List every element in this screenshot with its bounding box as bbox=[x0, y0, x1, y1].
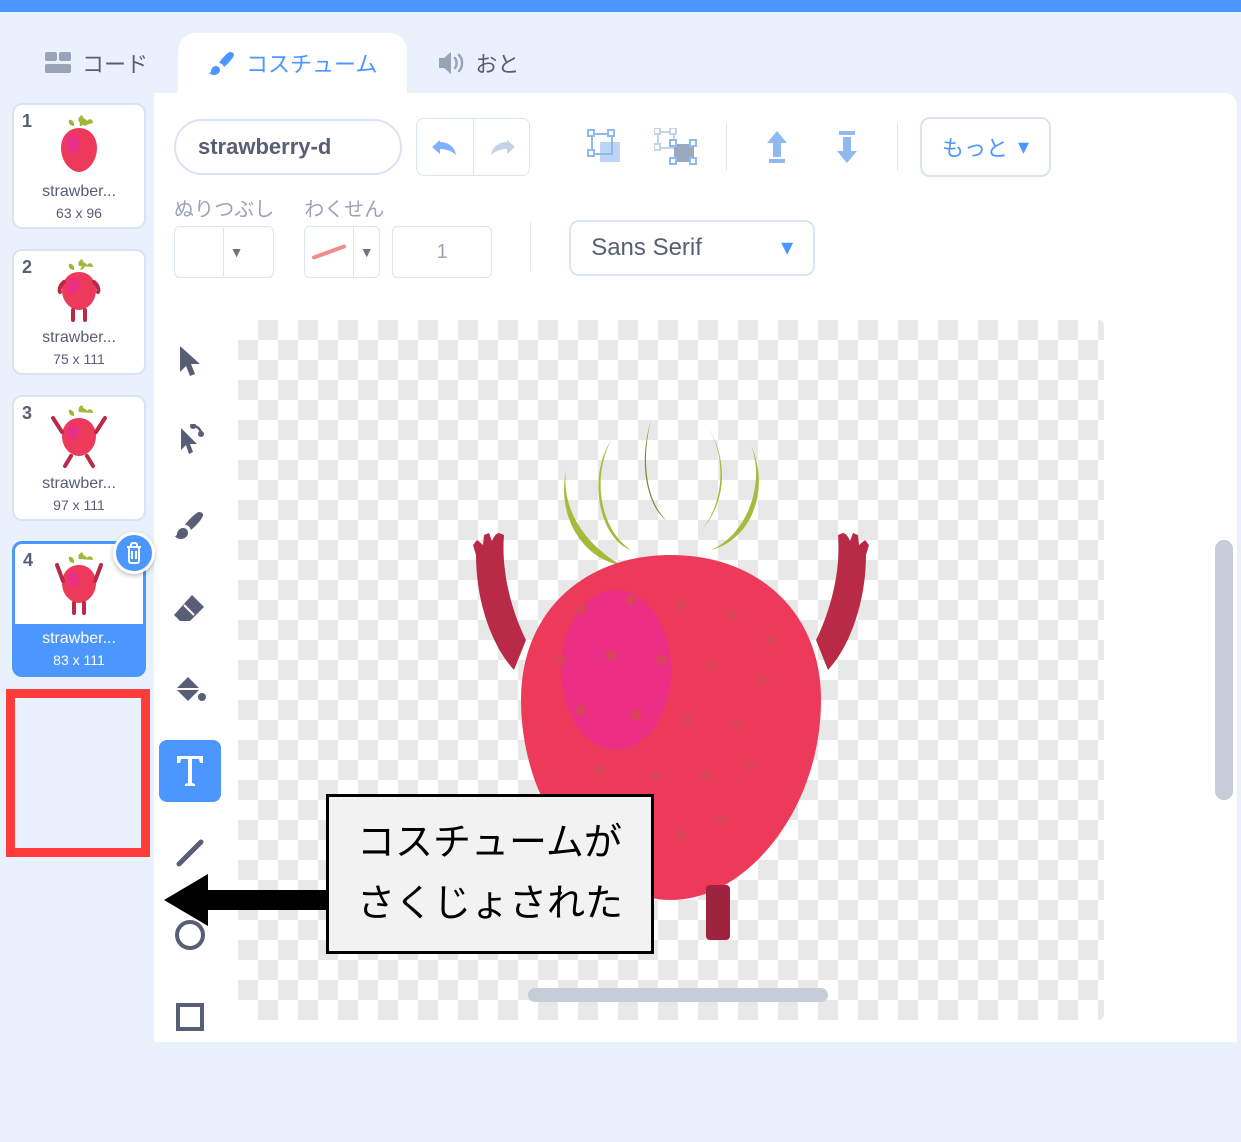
workspace bbox=[154, 310, 1237, 1068]
costume-name: strawber... bbox=[20, 475, 138, 493]
font-select[interactable]: Sans Serif ▾ bbox=[569, 220, 815, 276]
annotation-line-1: コスチュームが bbox=[357, 813, 623, 874]
outline-label: わくせん bbox=[304, 193, 492, 222]
annotation-line-2: さくじょされた bbox=[357, 874, 623, 935]
brush-icon bbox=[208, 49, 236, 77]
undo-redo-group bbox=[416, 118, 530, 176]
font-value: Sans Serif bbox=[591, 234, 702, 262]
undo-button[interactable] bbox=[417, 119, 473, 175]
costume-item-1[interactable]: 1 strawber... 63 x 96 bbox=[12, 103, 146, 229]
costume-name: strawber... bbox=[20, 183, 138, 201]
costume-number: 3 bbox=[22, 403, 32, 424]
divider bbox=[530, 222, 531, 270]
costume-item-2[interactable]: 2 strawber... 75 x 111 bbox=[12, 249, 146, 375]
backward-button[interactable] bbox=[819, 119, 875, 175]
annotation-arrow-icon bbox=[160, 870, 336, 930]
annotation-callout: コスチュームが さくじょされた bbox=[326, 794, 654, 954]
fill-label: ぬりつぶし bbox=[174, 193, 274, 222]
costume-thumbnail bbox=[20, 111, 138, 179]
divider bbox=[897, 123, 898, 171]
costume-size: 97 x 111 bbox=[20, 497, 138, 513]
fill-tool[interactable] bbox=[159, 658, 221, 720]
costume-name: strawber... bbox=[20, 329, 138, 347]
tool-column bbox=[154, 310, 226, 1068]
tab-costumes[interactable]: コスチューム bbox=[178, 33, 407, 93]
costume-number: 1 bbox=[22, 111, 32, 132]
tab-sounds[interactable]: おと bbox=[407, 33, 549, 93]
select-tool[interactable] bbox=[159, 330, 221, 392]
costume-name-input[interactable] bbox=[174, 119, 402, 175]
sound-icon bbox=[437, 49, 465, 77]
top-bar bbox=[0, 0, 1241, 12]
forward-button[interactable] bbox=[749, 119, 805, 175]
outline-color-picker[interactable]: ▼ bbox=[304, 226, 380, 278]
text-tool[interactable] bbox=[159, 740, 221, 802]
fill-swatch bbox=[175, 228, 223, 276]
annotation-deleted-slot bbox=[6, 689, 150, 857]
tab-code-label: コード bbox=[82, 47, 148, 79]
ungroup-button[interactable] bbox=[648, 119, 704, 175]
code-icon bbox=[44, 49, 72, 77]
costume-size: 75 x 111 bbox=[20, 351, 138, 367]
canvas-wrap bbox=[226, 310, 1237, 1068]
chevron-down-icon: ▾ bbox=[781, 233, 793, 262]
group-button[interactable] bbox=[578, 119, 634, 175]
more-button[interactable]: もっと ▾ bbox=[920, 117, 1051, 177]
costume-item-3[interactable]: 3 strawber... 97 x 111 bbox=[12, 395, 146, 521]
costume-name: strawber... bbox=[21, 630, 137, 648]
main-toolbar: もっと ▾ bbox=[154, 93, 1237, 185]
more-label: もっと bbox=[942, 131, 1008, 163]
divider bbox=[726, 123, 727, 171]
sub-toolbar: ぬりつぶし ▼ わくせん ▼ Sans Serif bbox=[154, 185, 1237, 286]
delete-costume-button[interactable] bbox=[113, 532, 155, 574]
rectangle-tool[interactable] bbox=[159, 986, 221, 1048]
chevron-down-icon: ▾ bbox=[1018, 134, 1029, 160]
eraser-tool[interactable] bbox=[159, 576, 221, 638]
vertical-scrollbar[interactable] bbox=[1215, 540, 1233, 800]
redo-button[interactable] bbox=[473, 119, 529, 175]
costume-size: 63 x 96 bbox=[20, 205, 138, 221]
costume-thumbnail bbox=[20, 403, 138, 471]
tab-costumes-label: コスチューム bbox=[246, 47, 377, 79]
fill-color-picker[interactable]: ▼ bbox=[174, 226, 274, 278]
chevron-down-icon: ▼ bbox=[353, 228, 379, 276]
brush-tool[interactable] bbox=[159, 494, 221, 556]
outline-swatch bbox=[305, 228, 353, 276]
stroke-width-input[interactable] bbox=[392, 226, 492, 278]
tab-sounds-label: おと bbox=[475, 47, 519, 79]
chevron-down-icon: ▼ bbox=[223, 228, 249, 276]
reshape-tool[interactable] bbox=[159, 412, 221, 474]
horizontal-scrollbar[interactable] bbox=[528, 988, 828, 1002]
costume-size: 83 x 111 bbox=[21, 652, 137, 668]
editor-tabs: コード コスチューム おと bbox=[0, 12, 1241, 93]
costume-thumbnail bbox=[20, 257, 138, 325]
costume-number: 2 bbox=[22, 257, 32, 278]
costume-item-4[interactable]: 4 strawber... 83 x 111 bbox=[12, 541, 146, 677]
tab-code[interactable]: コード bbox=[14, 33, 178, 93]
costume-list: 1 strawber... 63 x 96 2 strawber... 75 x… bbox=[4, 93, 154, 1042]
costume-number: 4 bbox=[23, 550, 33, 571]
